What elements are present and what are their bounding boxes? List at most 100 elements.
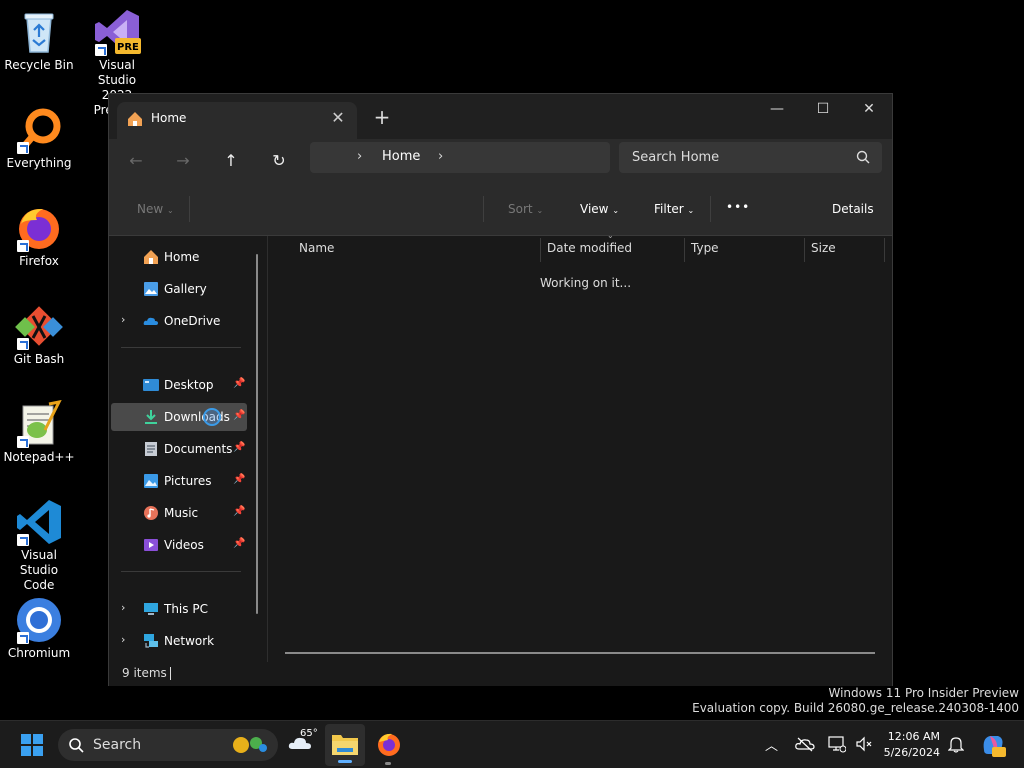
address-bar[interactable]: › Home › <box>310 142 610 173</box>
taskbar-file-explorer[interactable] <box>325 724 365 766</box>
taskbar-firefox[interactable] <box>376 732 402 761</box>
nav-item-label: Pictures <box>164 474 212 488</box>
desktop-icon-notepad-plus-plus[interactable]: Notepad++ <box>1 399 77 465</box>
windows-watermark-line2: Evaluation copy. Build 26080.ge_release.… <box>692 701 1019 715</box>
toolbar-divider <box>483 196 484 222</box>
new-button[interactable]: New ⌄ <box>137 202 174 216</box>
desktop-icon-chromium[interactable]: Chromium <box>1 596 77 661</box>
details-button[interactable]: Details <box>832 202 874 216</box>
file-explorer-window: Home ✕ + — ☐ ✕ ← → ↑ ↻ › Home › Search H… <box>108 93 893 686</box>
column-header-type[interactable]: Type <box>691 241 719 255</box>
column-divider[interactable] <box>804 238 805 262</box>
desktop-icon-label: Recycle Bin <box>4 58 74 72</box>
visual-studio-preview-icon: PRE <box>93 8 141 56</box>
search-icon <box>856 150 870 167</box>
desktop-icon-firefox[interactable]: Firefox <box>1 204 77 269</box>
shortcut-arrow-icon <box>17 338 29 350</box>
tab-close-button[interactable]: ✕ <box>329 109 347 127</box>
column-divider[interactable] <box>540 238 541 262</box>
desktop-icon-label: Git Bash <box>13 352 65 366</box>
search-box[interactable]: Search Home <box>619 142 882 173</box>
visual-studio-code-icon <box>15 498 63 546</box>
nav-item-home[interactable]: Home <box>111 243 247 271</box>
gallery-icon <box>143 281 159 297</box>
up-button[interactable]: ↑ <box>216 147 246 175</box>
chevron-right-icon[interactable]: › <box>121 601 125 614</box>
shortcut-arrow-icon <box>17 632 29 644</box>
column-header-size[interactable]: Size <box>811 241 836 255</box>
chevron-down-icon: ⌄ <box>687 206 695 215</box>
file-explorer-icon <box>332 735 358 755</box>
maximize-button[interactable]: ☐ <box>800 94 846 124</box>
toolbar-divider <box>710 196 711 222</box>
onedrive-offline-icon[interactable] <box>795 736 815 755</box>
desktop-icon-recycle-bin[interactable]: Recycle Bin <box>1 8 77 73</box>
close-button[interactable]: ✕ <box>846 94 892 124</box>
desktop-icon-everything[interactable]: Everything <box>1 106 77 171</box>
nav-item-label: Desktop <box>164 378 214 392</box>
refresh-button[interactable]: ↻ <box>264 147 294 175</box>
column-header-name[interactable]: Name <box>299 241 334 255</box>
show-hidden-icons-button[interactable]: ︿ <box>765 735 778 754</box>
nav-item-network[interactable]: › Network <box>111 627 247 655</box>
desktop-icon-git-bash[interactable]: Git Bash <box>1 302 77 367</box>
nav-divider <box>121 347 241 348</box>
nav-item-videos[interactable]: Videos 📌 <box>111 531 247 559</box>
more-options-button[interactable]: ••• <box>726 200 750 214</box>
chevron-right-icon[interactable]: › <box>121 633 125 646</box>
back-button[interactable]: ← <box>121 147 151 175</box>
nav-item-music[interactable]: Music 📌 <box>111 499 247 527</box>
windows-logo-icon <box>21 734 43 756</box>
nav-item-gallery[interactable]: Gallery <box>111 275 247 303</box>
item-count: 9 items <box>122 666 167 680</box>
notifications-bell-icon[interactable] <box>947 735 965 756</box>
nav-pane-scrollbar[interactable] <box>256 254 258 614</box>
forward-button[interactable]: → <box>168 147 198 175</box>
desktop-icon-label: Visual Studio Code <box>19 548 59 592</box>
horizontal-scrollbar[interactable] <box>285 652 875 654</box>
nav-item-onedrive[interactable]: › OneDrive <box>111 307 247 335</box>
music-icon <box>143 505 159 521</box>
nav-item-label: Music <box>164 506 199 520</box>
firefox-icon <box>378 733 400 756</box>
loading-message: Working on it... <box>540 276 632 290</box>
column-header-date-modified[interactable]: Date modified <box>547 241 632 255</box>
view-button[interactable]: View ⌄ <box>580 202 619 216</box>
clock-date: 5/26/2024 <box>883 746 940 759</box>
chevron-right-icon[interactable]: › <box>121 313 125 326</box>
desktop-icon-visual-studio-code[interactable]: Visual Studio Code <box>1 498 77 593</box>
sort-indicator-icon: ⌄ <box>607 231 614 240</box>
pre-badge-text: PRE <box>117 42 139 53</box>
pane-divider[interactable] <box>267 236 268 662</box>
new-label: New <box>137 202 164 216</box>
copilot-icon[interactable] <box>980 732 1006 761</box>
chevron-right-icon[interactable]: › <box>438 149 443 164</box>
nav-item-downloads[interactable]: Downloads 📌 <box>111 403 247 431</box>
nav-item-documents[interactable]: Documents 📌 <box>111 435 247 463</box>
tab-home[interactable]: Home ✕ <box>117 102 357 139</box>
chevron-right-icon[interactable]: › <box>357 149 362 164</box>
filter-button[interactable]: Filter ⌄ <box>654 202 694 216</box>
nav-item-label: OneDrive <box>164 314 221 328</box>
nav-item-desktop[interactable]: Desktop 📌 <box>111 371 247 399</box>
title-bar[interactable]: Home ✕ + — ☐ ✕ <box>109 94 892 139</box>
breadcrumb-home[interactable]: Home <box>382 149 420 164</box>
chromium-icon <box>15 596 63 644</box>
network-status-icon[interactable] <box>828 735 847 756</box>
column-divider[interactable] <box>884 238 885 262</box>
minimize-button[interactable]: — <box>754 94 800 124</box>
column-divider[interactable] <box>684 238 685 262</box>
clock[interactable]: 12:06 AM 5/26/2024 <box>884 729 940 761</box>
nav-item-label: Network <box>164 634 215 648</box>
volume-muted-icon[interactable] <box>855 735 873 756</box>
search-icon <box>68 737 84 756</box>
start-button[interactable] <box>21 734 43 759</box>
clock-time: 12:06 AM <box>887 730 940 743</box>
nav-item-pictures[interactable]: Pictures 📌 <box>111 467 247 495</box>
sort-button[interactable]: Sort ⌄ <box>508 202 543 216</box>
taskbar-search[interactable]: Search <box>58 729 278 761</box>
search-highlight-icon <box>230 734 270 759</box>
new-tab-button[interactable]: + <box>371 106 393 128</box>
nav-item-this-pc[interactable]: › This PC <box>111 595 247 623</box>
git-bash-icon <box>15 302 63 350</box>
